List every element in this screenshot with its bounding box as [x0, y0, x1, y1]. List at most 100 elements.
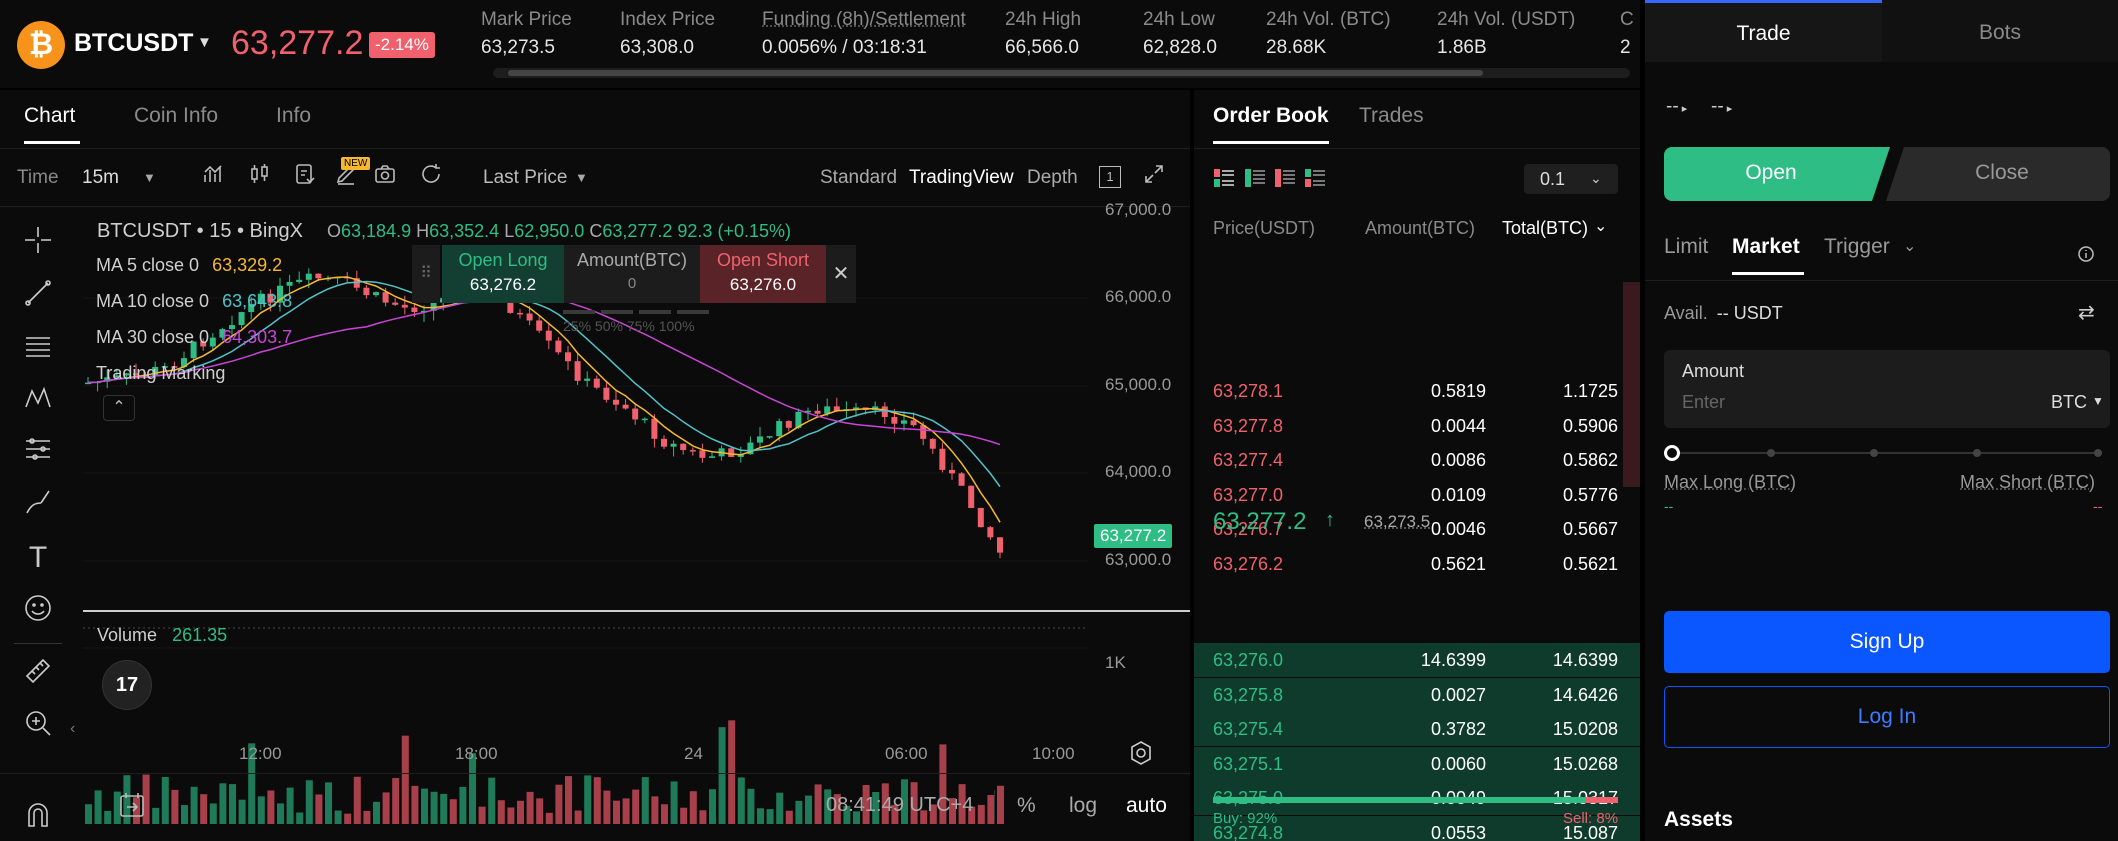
tab-info[interactable]: Info [276, 104, 311, 128]
caret-down-icon[interactable]: ▼ [2092, 394, 2104, 408]
ruler-icon[interactable] [20, 656, 56, 692]
info-icon[interactable] [2077, 245, 2095, 268]
caret-down-icon[interactable]: ▼ [575, 170, 588, 185]
indicators-icon[interactable] [201, 162, 227, 188]
book-bids-icon[interactable] [1244, 167, 1266, 194]
max-short-label[interactable]: Max Short (BTC) [1960, 472, 2095, 493]
chart-settings-icon[interactable] [1128, 740, 1154, 771]
book-asks-icon[interactable] [1274, 167, 1296, 194]
stat-label[interactable]: Funding (8h)/Settlement [762, 9, 966, 31]
price-axis-label: 63,000.0 [1105, 550, 1171, 570]
caret-down-icon[interactable]: ▼ [197, 34, 212, 51]
template-icon[interactable] [292, 162, 318, 188]
ask-row[interactable]: 63,278.1 0.5819 1.1725 [1194, 374, 1640, 408]
amount-slider[interactable] [563, 310, 708, 314]
bid-row[interactable]: 63,275.4 0.3782 15.0208 [1194, 712, 1640, 746]
tab-bots[interactable]: Bots [1882, 0, 2118, 62]
camera-icon[interactable] [372, 162, 398, 188]
caret-down-icon[interactable]: ▼ [143, 170, 156, 185]
tab-order-book[interactable]: Order Book [1213, 104, 1329, 128]
trend-line-icon[interactable] [20, 278, 56, 314]
book-split-icon[interactable] [1304, 167, 1326, 194]
emoji-icon[interactable] [20, 593, 56, 629]
open-button[interactable]: Open [1664, 161, 1878, 185]
amount-slider[interactable] [1664, 445, 2110, 461]
volume-bar [517, 801, 524, 824]
tradingview-logo-icon[interactable]: 17 [102, 660, 152, 710]
l-label: L [504, 221, 514, 241]
interval-selector[interactable]: 15m [82, 167, 119, 189]
auto-scale-toggle[interactable]: auto [1126, 794, 1167, 818]
view-depth[interactable]: Depth [1027, 167, 1078, 189]
candle [978, 508, 984, 527]
bid-total: 15.0208 [1553, 719, 1618, 740]
drag-handle-icon[interactable]: ⠿ [412, 245, 440, 303]
margin-mode-selector[interactable]: -- ▸ [1666, 96, 1687, 118]
view-tradingview[interactable]: TradingView [909, 167, 1014, 189]
amount-field[interactable]: Amount Enter BTC ▼ [1664, 350, 2110, 428]
collapse-legend-icon[interactable]: ⌃ [103, 395, 135, 421]
col-total[interactable]: Total(BTC) [1502, 218, 1588, 239]
chevron-down-icon[interactable]: ⌄ [1903, 236, 1916, 256]
book-both-icon[interactable] [1213, 167, 1235, 194]
leverage-selector[interactable]: -- ▸ [1711, 96, 1732, 118]
volume-bar [527, 792, 534, 824]
mid-price: 63,277.2 [1213, 508, 1306, 536]
collapse-toolbar-icon[interactable]: ‹ [70, 720, 75, 738]
trading-marking-label[interactable]: Trading Marking [96, 363, 225, 384]
symbol-selector[interactable]: BTCUSDT [74, 29, 193, 58]
zoom-in-icon[interactable] [20, 708, 56, 744]
horizontal-lines-icon[interactable] [20, 330, 56, 366]
open-long-button[interactable]: Open Long 63,276.2 [442, 245, 564, 303]
refresh-icon[interactable] [418, 162, 444, 188]
crosshair-icon[interactable] [20, 225, 56, 261]
precision-selector[interactable]: 0.1 ⌄ [1524, 164, 1618, 194]
single-layout-icon[interactable]: 1 [1099, 166, 1121, 188]
order-type-limit[interactable]: Limit [1664, 235, 1708, 259]
magnet-icon[interactable] [20, 800, 56, 836]
ask-row[interactable]: 63,276.2 0.5621 0.5621 [1194, 547, 1640, 581]
order-type-trigger[interactable]: Trigger [1824, 235, 1890, 259]
candle [690, 450, 696, 452]
header-scrollbar[interactable] [493, 68, 1630, 78]
brush-icon[interactable] [20, 487, 56, 523]
chevron-down-icon[interactable]: ⌄ [1594, 216, 1607, 236]
tab-trade[interactable]: Trade [1645, 0, 1882, 62]
view-standard[interactable]: Standard [820, 167, 897, 189]
ask-row[interactable]: 63,277.8 0.0044 0.5906 [1194, 409, 1640, 443]
log-scale-toggle[interactable]: log [1069, 794, 1097, 818]
transfer-icon[interactable]: ⇄ [2078, 300, 2095, 325]
pane-separator[interactable] [83, 610, 1190, 612]
price-source-selector[interactable]: Last Price [483, 167, 567, 189]
stat-value: 66,566.0 [1005, 37, 1079, 59]
amount-input[interactable]: Amount(BTC) 0 [564, 245, 700, 303]
volume-bar [440, 794, 447, 824]
bid-row[interactable]: 63,275.1 0.0060 15.0268 [1194, 747, 1640, 781]
avail-value: -- USDT [1717, 303, 1783, 323]
goto-date-icon[interactable] [117, 790, 147, 825]
close-icon[interactable]: ✕ [826, 245, 856, 303]
close-button[interactable]: Close [1894, 161, 2110, 185]
order-type-market[interactable]: Market [1732, 235, 1800, 259]
percent-scale-toggle[interactable]: % [1017, 794, 1036, 818]
bid-row[interactable]: 63,276.0 14.6399 14.6399 [1194, 643, 1640, 677]
assets-heading: Assets [1664, 808, 1733, 832]
open-short-button[interactable]: Open Short 63,276.0 [700, 245, 826, 303]
candle-type-icon[interactable] [247, 162, 273, 188]
tab-chart[interactable]: Chart [24, 104, 75, 128]
tab-trades[interactable]: Trades [1359, 104, 1424, 128]
tab-coin-info[interactable]: Coin Info [134, 104, 218, 128]
mid-mark-price[interactable]: 63,273.5 [1364, 512, 1430, 532]
fib-icon[interactable] [20, 434, 56, 470]
fullscreen-icon[interactable] [1141, 162, 1167, 188]
amount-unit-selector[interactable]: BTC [2051, 392, 2087, 413]
pattern-icon[interactable] [20, 383, 56, 419]
text-tool-icon[interactable]: T [20, 540, 56, 576]
ask-row[interactable]: 63,277.0 0.0109 0.5776 [1194, 478, 1640, 512]
ask-row[interactable]: 63,277.4 0.0086 0.5862 [1194, 443, 1640, 477]
chart-clock[interactable]: 08:41:49 UTC+4 [826, 794, 973, 817]
log-in-button[interactable]: Log In [1664, 686, 2110, 748]
bid-row[interactable]: 63,275.8 0.0027 14.6426 [1194, 678, 1640, 712]
sign-up-button[interactable]: Sign Up [1664, 611, 2110, 673]
max-long-label[interactable]: Max Long (BTC) [1664, 472, 1796, 493]
